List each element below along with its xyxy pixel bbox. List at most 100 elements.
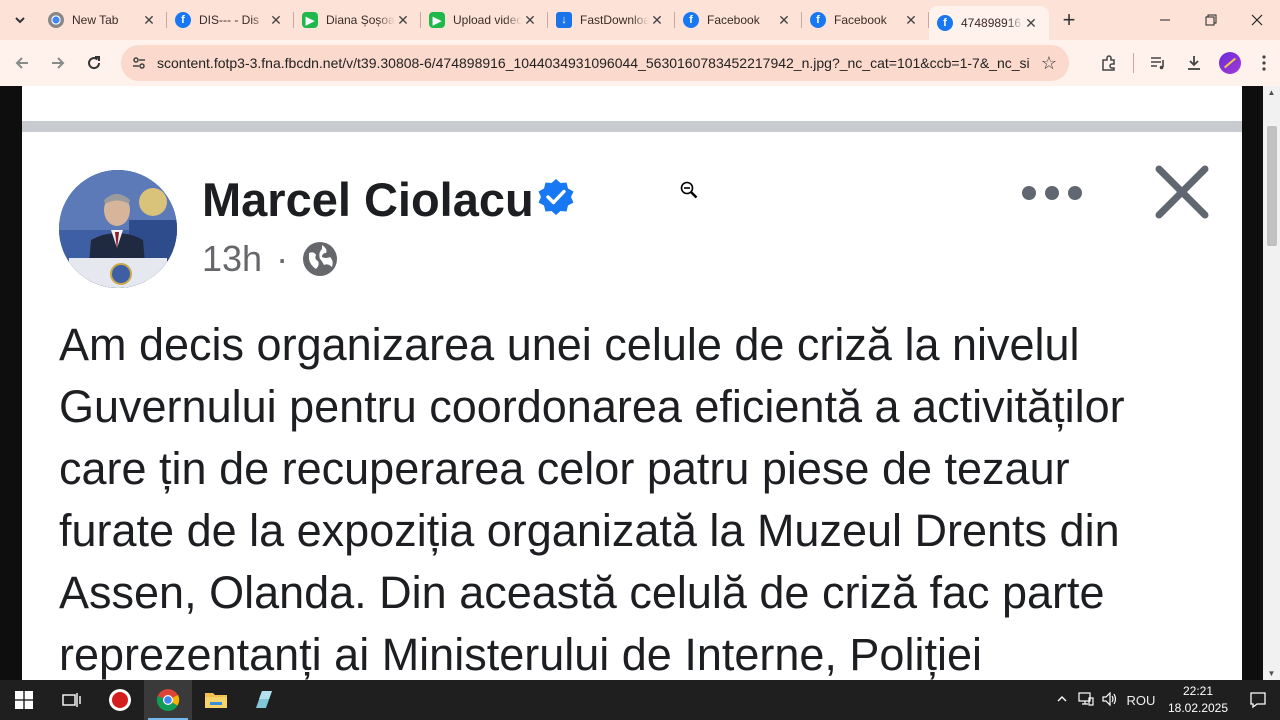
- taskbar-chrome[interactable]: [144, 680, 192, 720]
- reload-button[interactable]: [76, 45, 112, 81]
- post-meta: 13h ·: [202, 238, 338, 280]
- taskbar-app[interactable]: [240, 680, 288, 720]
- tab-dis[interactable]: f DIS--- - Dis ✕: [167, 0, 294, 40]
- close-window-button[interactable]: [1234, 0, 1280, 40]
- post-body: Am decis organizarea unei celule de criz…: [59, 314, 1229, 680]
- facebook-icon: f: [175, 12, 191, 28]
- vertical-scrollbar[interactable]: ▲ ▼: [1263, 86, 1280, 680]
- scroll-down-arrow-icon[interactable]: ▼: [1263, 669, 1280, 678]
- close-tab-icon[interactable]: ✕: [903, 12, 919, 29]
- tab-title: New Tab: [72, 13, 119, 27]
- close-tab-icon[interactable]: ✕: [649, 12, 665, 29]
- forward-button[interactable]: [40, 45, 76, 81]
- taskbar-recorder[interactable]: [96, 680, 144, 720]
- windows-taskbar: ROU 22:21 18.02.2025: [0, 680, 1280, 720]
- record-icon: [109, 689, 131, 711]
- arrow-right-icon: [52, 57, 65, 69]
- more-dot: [1022, 186, 1036, 200]
- image-viewport: Marcel Ciolacu 13h · Am decis organizare…: [0, 86, 1280, 680]
- reload-icon: [88, 56, 101, 70]
- start-button[interactable]: [0, 680, 48, 720]
- download-icon: ↓: [556, 12, 572, 28]
- screenshot-image[interactable]: Marcel Ciolacu 13h · Am decis organizare…: [22, 86, 1242, 680]
- system-tray: ROU 22:21 18.02.2025: [1050, 680, 1280, 720]
- toolbar-divider: [1133, 53, 1134, 73]
- more-dot: [1045, 186, 1059, 200]
- tab-title: FastDownload: [580, 13, 649, 27]
- facebook-icon: f: [937, 15, 953, 31]
- zoom-out-cursor-icon: [680, 181, 698, 199]
- facebook-icon: f: [810, 12, 826, 28]
- globe-icon: [303, 242, 338, 276]
- facebook-icon: f: [683, 12, 699, 28]
- tab-upload-video[interactable]: ▶ Upload video ✕: [421, 0, 548, 40]
- close-tab-icon[interactable]: ✕: [776, 12, 792, 29]
- clock-time: 22:21: [1182, 684, 1214, 698]
- tab-strip: New Tab ✕ f DIS--- - Dis ✕ ▶ Diana Șoșoa…: [0, 0, 1280, 40]
- tab-active-image[interactable]: f 474898916 ✕: [929, 6, 1049, 40]
- app-icon: [256, 691, 272, 708]
- arrow-left-icon: [15, 57, 28, 69]
- post-timestamp[interactable]: 13h: [202, 238, 262, 280]
- tab-facebook-2[interactable]: f Facebook ✕: [802, 0, 929, 40]
- post-options-button[interactable]: [1022, 186, 1082, 200]
- tab-facebook-1[interactable]: f Facebook ✕: [675, 0, 802, 40]
- back-button[interactable]: [4, 45, 40, 81]
- tab-title: 474898916: [961, 16, 1022, 30]
- post-author-name[interactable]: Marcel Ciolacu: [202, 172, 534, 227]
- site-info-icon[interactable]: [121, 55, 157, 71]
- tab-new-tab[interactable]: New Tab ✕: [40, 0, 167, 40]
- minimize-button[interactable]: [1142, 0, 1188, 40]
- close-tab-icon[interactable]: ✕: [268, 12, 284, 29]
- windows-logo-icon: [15, 691, 33, 709]
- post-body-line: Guvernului pentru coordonarea eficientă …: [59, 381, 1125, 432]
- post-body-line: reprezentanți ai Ministerului de Interne…: [59, 629, 982, 680]
- meta-separator: ·: [276, 238, 289, 279]
- close-icon[interactable]: [1154, 164, 1210, 220]
- clock[interactable]: 22:21 18.02.2025: [1160, 683, 1236, 717]
- more-dot: [1068, 186, 1082, 200]
- extensions-icon[interactable]: [1091, 45, 1127, 81]
- more-menu-icon[interactable]: [1248, 45, 1280, 81]
- close-tab-icon[interactable]: ✕: [1023, 15, 1039, 32]
- media-control-icon[interactable]: [1140, 45, 1176, 81]
- post-body-line: furate de la expoziția organizată la Muz…: [59, 505, 1120, 556]
- verified-badge-icon: [538, 179, 574, 215]
- input-language[interactable]: ROU: [1122, 693, 1160, 708]
- scroll-up-arrow-icon[interactable]: ▲: [1263, 88, 1280, 97]
- tab-title: Diana Șoșoacă: [326, 13, 395, 27]
- tray-overflow-chevron-icon[interactable]: [1050, 693, 1074, 708]
- taskbar-file-explorer[interactable]: [192, 680, 240, 720]
- tab-search-button[interactable]: [0, 0, 40, 40]
- new-tab-button[interactable]: +: [1049, 7, 1089, 33]
- url-text[interactable]: scontent.fotp3-3.fna.fbcdn.net/v/t39.308…: [157, 55, 1029, 71]
- chevron-down-icon: [8, 8, 32, 32]
- network-icon[interactable]: [1074, 691, 1098, 709]
- post-body-line: Assen, Olanda. Din această celulă de cri…: [59, 567, 1105, 618]
- folder-icon: [205, 693, 227, 708]
- post-body-line: care țin de recuperarea celor patru pies…: [59, 443, 1070, 494]
- restore-button[interactable]: [1188, 0, 1234, 40]
- divider-band: [22, 121, 1242, 132]
- play-icon: ▶: [429, 12, 445, 28]
- bookmark-star-icon[interactable]: ☆: [1029, 53, 1069, 74]
- profile-avatar[interactable]: [1212, 45, 1248, 81]
- browser-toolbar: scontent.fotp3-3.fna.fbcdn.net/v/t39.308…: [0, 40, 1280, 86]
- play-icon: ▶: [302, 12, 318, 28]
- chrome-icon: [48, 12, 64, 28]
- window-controls: [1142, 0, 1280, 40]
- task-view-button[interactable]: [48, 680, 96, 720]
- scrollbar-thumb[interactable]: [1267, 126, 1277, 246]
- close-tab-icon[interactable]: ✕: [395, 12, 411, 29]
- notifications-icon[interactable]: [1236, 691, 1280, 709]
- close-tab-icon[interactable]: ✕: [522, 12, 538, 29]
- task-view-icon: [62, 693, 81, 707]
- tab-fastdownload[interactable]: ↓ FastDownload ✕: [548, 0, 675, 40]
- volume-icon[interactable]: [1098, 691, 1122, 709]
- address-bar[interactable]: scontent.fotp3-3.fna.fbcdn.net/v/t39.308…: [121, 45, 1069, 81]
- close-tab-icon[interactable]: ✕: [141, 12, 157, 29]
- tab-diana[interactable]: ▶ Diana Șoșoacă ✕: [294, 0, 421, 40]
- clock-date: 18.02.2025: [1167, 701, 1229, 715]
- tab-title: Facebook: [707, 13, 760, 27]
- downloads-icon[interactable]: [1176, 45, 1212, 81]
